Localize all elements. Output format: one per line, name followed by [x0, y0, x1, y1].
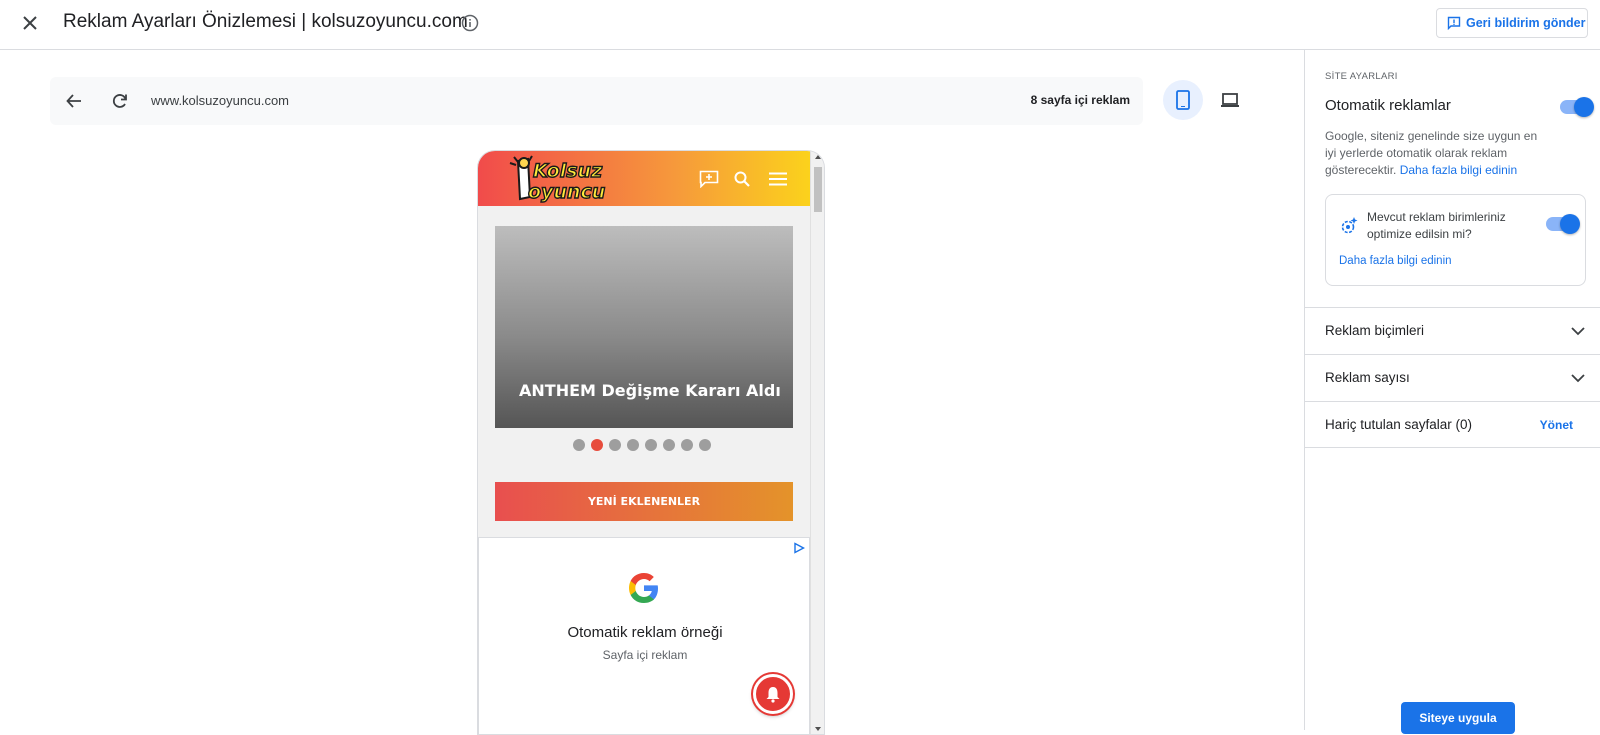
desktop-view-button[interactable]	[1210, 80, 1250, 120]
feedback-label: Geri bildirim gönder	[1466, 16, 1586, 30]
slider-dot[interactable]	[573, 439, 585, 451]
ad-formats-row[interactable]: Reklam biçimleri	[1305, 307, 1600, 354]
slider-dot[interactable]	[645, 439, 657, 451]
url-bar: www.kolsuzoyuncu.com 8 sayfa içi reklam	[50, 77, 1143, 125]
optimize-card: Mevcut reklam birimleriniz optimize edil…	[1325, 194, 1586, 286]
manage-link[interactable]: Yönet	[1540, 418, 1573, 432]
reload-icon	[112, 94, 127, 108]
optimize-toggle[interactable]	[1546, 214, 1580, 234]
mobile-view-button[interactable]	[1163, 80, 1203, 120]
top-bar: Reklam Ayarları Önizlemesi | kolsuzoyunc…	[0, 0, 1600, 50]
menu-icon[interactable]	[767, 168, 789, 190]
settings-sidebar: SİTE AYARLARI Otomatik reklamlar Google,…	[1304, 50, 1600, 734]
notification-bell-button[interactable]	[753, 674, 793, 714]
scroll-down-arrow-icon[interactable]	[815, 727, 821, 731]
page-title: Reklam Ayarları Önizlemesi | kolsuzoyunc…	[63, 11, 468, 32]
auto-ads-description: Google, siteniz genelinde size uygun en …	[1325, 129, 1538, 177]
site-header: Kolsuz oyuncu	[478, 151, 810, 206]
close-icon	[23, 16, 37, 30]
mobile-preview-frame[interactable]: Kolsuz oyuncu ANTHEM Değişme Kararı Aldı…	[477, 150, 825, 735]
site-logo[interactable]: Kolsuz oyuncu	[508, 153, 616, 204]
auto-optimize-icon	[1339, 216, 1359, 236]
chevron-down-icon	[1569, 369, 1587, 387]
auto-ads-label: Otomatik reklamlar	[1325, 97, 1451, 114]
google-logo-icon	[626, 570, 662, 606]
laptop-icon	[1221, 93, 1239, 107]
scroll-thumb[interactable]	[814, 167, 822, 212]
learn-more-link[interactable]: Daha fazla bilgi edinin	[1400, 163, 1517, 177]
arrow-left-icon	[66, 94, 81, 108]
close-button[interactable]	[18, 11, 42, 35]
ad-formats-label: Reklam biçimleri	[1325, 323, 1425, 338]
slider-dot[interactable]	[627, 439, 639, 451]
excluded-pages-label: Hariç tutulan sayfalar (0)	[1325, 417, 1473, 432]
smartphone-icon	[1176, 90, 1190, 110]
ad-load-row[interactable]: Reklam sayısı	[1305, 354, 1600, 401]
apply-to-site-button[interactable]: Siteye uygula	[1401, 702, 1515, 734]
reload-button[interactable]	[108, 89, 132, 113]
optimize-learn-more-link[interactable]: Daha fazla bilgi edinin	[1339, 255, 1452, 267]
scroll-up-arrow-icon[interactable]	[815, 155, 821, 159]
slide-title: ANTHEM Değişme Kararı Aldı	[519, 381, 781, 400]
ad-sample-subtitle: Sayfa içi reklam	[602, 648, 688, 662]
auto-ad-sample[interactable]: Otomatik reklam örneği Sayfa içi reklam	[478, 537, 810, 734]
back-button[interactable]	[62, 89, 86, 113]
auto-ads-toggle[interactable]	[1560, 97, 1594, 117]
ad-load-label: Reklam sayısı	[1325, 370, 1410, 385]
ad-count: 8 sayfa içi reklam	[1030, 93, 1130, 107]
url-text: www.kolsuzoyuncu.com	[151, 93, 289, 108]
info-icon[interactable]	[461, 14, 479, 32]
featured-slide[interactable]: ANTHEM Değişme Kararı Aldı	[495, 226, 793, 428]
feedback-button[interactable]: Geri bildirim gönder	[1436, 8, 1588, 38]
optimize-label: Mevcut reklam birimleriniz optimize edil…	[1367, 210, 1506, 241]
chat-icon[interactable]	[698, 168, 720, 190]
slider-dot[interactable]	[591, 439, 603, 451]
new-posts-button[interactable]: YENİ EKLENENLER	[495, 482, 793, 521]
slider-dot[interactable]	[681, 439, 693, 451]
slider-dot[interactable]	[609, 439, 621, 451]
svg-text:Kolsuz: Kolsuz	[533, 160, 603, 182]
adchoices-icon[interactable]	[793, 541, 805, 554]
chevron-down-icon	[1569, 322, 1587, 340]
slider-dot[interactable]	[699, 439, 711, 451]
scrollbar[interactable]	[810, 151, 824, 734]
excluded-pages-row: Hariç tutulan sayfalar (0) Yönet	[1305, 401, 1600, 448]
search-icon[interactable]	[731, 168, 753, 190]
ad-sample-title: Otomatik reklam örneği	[567, 624, 723, 641]
svg-text:oyuncu: oyuncu	[528, 181, 605, 203]
feedback-icon	[1447, 16, 1461, 30]
bell-icon	[766, 687, 780, 703]
slider-dot[interactable]	[663, 439, 675, 451]
slider-dots	[573, 439, 711, 451]
sidebar-heading: SİTE AYARLARI	[1325, 71, 1398, 82]
preview-area: www.kolsuzoyuncu.com 8 sayfa içi reklam …	[0, 50, 1304, 735]
